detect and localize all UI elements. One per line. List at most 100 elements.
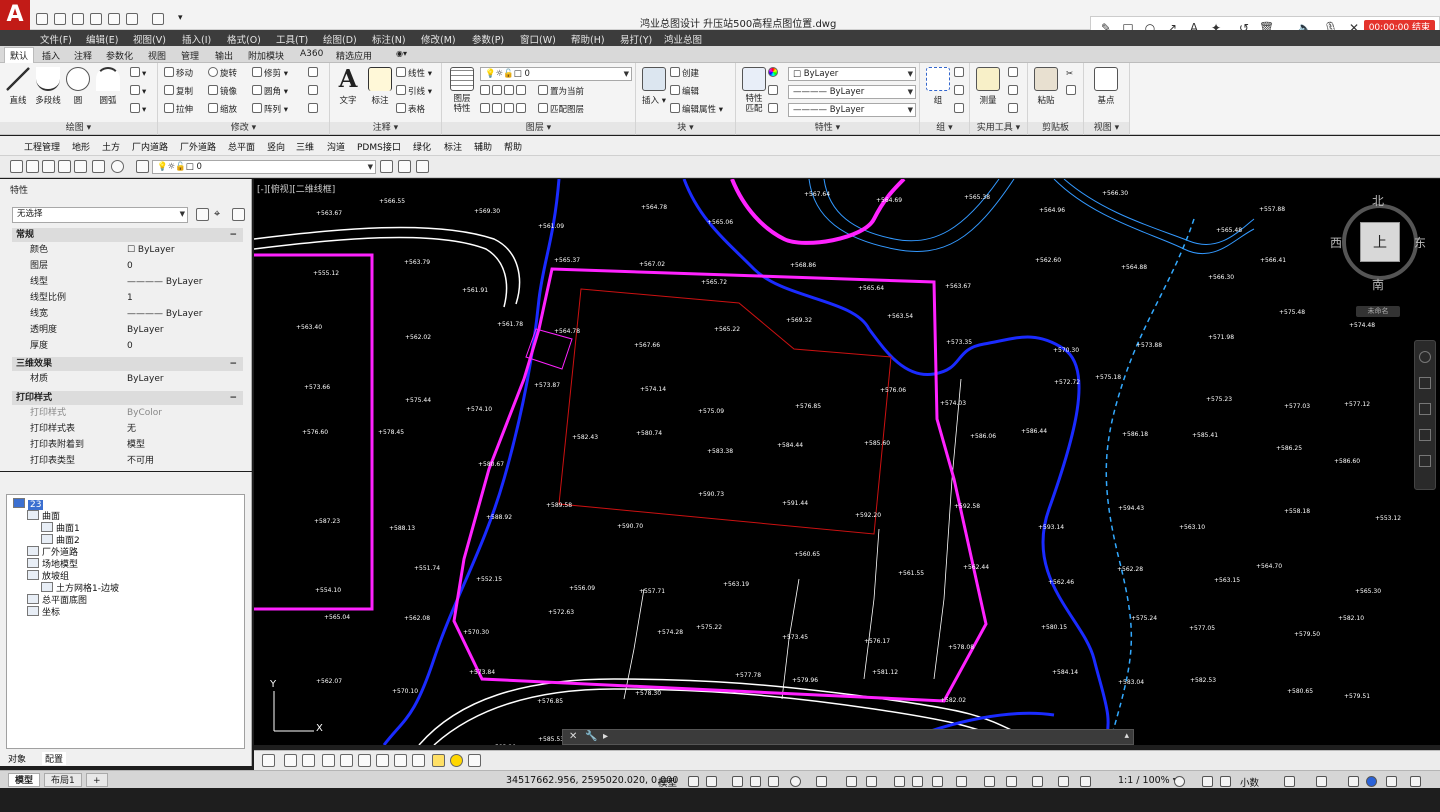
- tab-objects[interactable]: 对象: [8, 752, 26, 765]
- tree-item[interactable]: 放坡组: [27, 570, 69, 582]
- zoom-icon[interactable]: [1419, 403, 1431, 415]
- stretch-button[interactable]: 拉伸: [164, 103, 193, 117]
- redo-icon[interactable]: [152, 13, 164, 25]
- menu-edit[interactable]: 编辑(E): [86, 32, 118, 46]
- rectangle-draw-button[interactable]: ▾: [130, 67, 146, 81]
- selection-cycling-icon[interactable]: [932, 776, 943, 787]
- erase-button[interactable]: [308, 67, 320, 81]
- tb-icon-5[interactable]: [74, 160, 87, 173]
- cmenu-vertical[interactable]: 竖向: [267, 140, 285, 153]
- groups-group-label[interactable]: 组 ▾: [920, 122, 969, 134]
- polar-icon[interactable]: [790, 776, 801, 787]
- trim-button[interactable]: 修剪 ▾: [252, 67, 288, 81]
- layer-state-icon[interactable]: [416, 160, 429, 173]
- properties-group-label[interactable]: 特性 ▾: [736, 122, 919, 134]
- tab-a360[interactable]: A360: [300, 49, 323, 59]
- save-as-icon[interactable]: [90, 13, 102, 25]
- tab-model[interactable]: 模型: [8, 773, 41, 787]
- create-block-button[interactable]: 创建: [670, 67, 699, 81]
- quick-select-button[interactable]: [1008, 67, 1020, 81]
- tb-icon-3[interactable]: [42, 160, 55, 173]
- otrack-icon[interactable]: [846, 776, 857, 787]
- property-row[interactable]: 图层 0: [12, 259, 243, 274]
- 3d-osnap-icon[interactable]: [956, 776, 967, 787]
- lineweight-icon[interactable]: [768, 85, 780, 99]
- tree-item[interactable]: 厂外道路: [27, 546, 78, 558]
- lineweight-dropdown[interactable]: ———— ByLayer ▼: [788, 85, 916, 99]
- cmenu-greening[interactable]: 绿化: [413, 140, 431, 153]
- menu-format[interactable]: 格式(O): [227, 32, 261, 46]
- ungroup-button[interactable]: [954, 67, 966, 81]
- cmenu-annotation[interactable]: 标注: [444, 140, 462, 153]
- annotation-visibility-icon[interactable]: [1058, 776, 1069, 787]
- dimension-button[interactable]: 标注: [364, 67, 396, 106]
- navigation-bar[interactable]: [1414, 340, 1436, 490]
- tab-view[interactable]: 视图: [148, 49, 166, 62]
- block-group-label[interactable]: 块 ▾: [636, 122, 735, 134]
- lt-icon-8[interactable]: [394, 754, 407, 767]
- menu-help[interactable]: 帮助(H): [571, 32, 605, 46]
- lt-icon-2[interactable]: [284, 754, 297, 767]
- isodraft-icon[interactable]: [816, 776, 827, 787]
- menu-hongye[interactable]: 鸿业总图: [664, 32, 702, 46]
- steering-wheel-icon[interactable]: [1419, 351, 1431, 363]
- lineweight-toggle-icon[interactable]: [894, 776, 905, 787]
- tree-item[interactable]: 23: [13, 498, 44, 510]
- open-icon[interactable]: [54, 13, 66, 25]
- drawing-canvas[interactable]: Y X +563.67 +566.55 +569.30 +561.09 +564.78 +…: [254, 179, 1440, 745]
- layer-tools-row2[interactable]: [480, 103, 528, 117]
- mirror-button[interactable]: 镜像: [208, 85, 237, 99]
- edit-attributes-button[interactable]: 编辑属性 ▾: [670, 103, 723, 117]
- transparency-icon[interactable]: [912, 776, 923, 787]
- line-button[interactable]: 直线: [2, 67, 34, 106]
- command-line[interactable]: ✕ 🔧 ▸ ▴: [562, 729, 1134, 745]
- insert-block-button[interactable]: 插入 ▾: [638, 67, 670, 106]
- cmenu-auxiliary[interactable]: 辅助: [474, 140, 492, 153]
- section-plot-style[interactable]: 打印样式 −: [12, 391, 243, 405]
- menu-insert[interactable]: 插入(I): [182, 32, 211, 46]
- cmenu-outer-road[interactable]: 厂外道路: [180, 140, 216, 153]
- tree-item[interactable]: 曲面2: [41, 534, 80, 546]
- lt-bulb-icon[interactable]: [432, 754, 445, 767]
- tree-item[interactable]: 曲面: [27, 510, 60, 522]
- layer-props-icon[interactable]: [136, 160, 149, 173]
- command-history-icon[interactable]: ▴: [1124, 731, 1129, 741]
- property-row[interactable]: 线型比例 1: [12, 291, 243, 306]
- viewcube-top-face[interactable]: 上: [1360, 222, 1400, 262]
- leader-button[interactable]: 引线 ▾: [396, 85, 432, 99]
- quick-properties-icon[interactable]: [1284, 776, 1295, 787]
- layer-toolbar-dropdown[interactable]: 💡☼🔓□ 0 ▼: [152, 160, 376, 174]
- tab-manage[interactable]: 管理: [181, 49, 199, 62]
- infer-icon[interactable]: [732, 776, 743, 787]
- select-all-button[interactable]: [1008, 85, 1020, 99]
- selection-dropdown[interactable]: 无选择 ▼: [12, 207, 188, 223]
- annotation-scale[interactable]: 1:1 / 100% ▾: [1118, 775, 1177, 786]
- plot-icon[interactable]: [108, 13, 120, 25]
- menu-parametric[interactable]: 参数(P): [472, 32, 504, 46]
- ortho-icon[interactable]: [768, 776, 779, 787]
- property-row[interactable]: 透明度 ByLayer: [12, 323, 243, 338]
- menu-file[interactable]: 文件(F): [40, 32, 72, 46]
- save-icon[interactable]: [72, 13, 84, 25]
- linetype-icon[interactable]: [768, 103, 780, 117]
- gizmo-icon[interactable]: [1032, 776, 1043, 787]
- offset-button[interactable]: [308, 103, 320, 117]
- color-dropdown[interactable]: □ ByLayer ▼: [788, 67, 916, 81]
- view-group-label[interactable]: 视图 ▾: [1084, 122, 1129, 134]
- new-icon[interactable]: [36, 13, 48, 25]
- cmenu-pdms[interactable]: PDMS接口: [357, 140, 401, 153]
- qat-dropdown-icon[interactable]: ▾: [178, 13, 190, 25]
- wcs-menu[interactable]: 未命名: [1356, 306, 1400, 317]
- copy-button[interactable]: 复制: [164, 85, 193, 99]
- explode-button[interactable]: [308, 85, 320, 99]
- match-properties-button[interactable]: 特性 匹配: [738, 67, 770, 114]
- lt-icon-4[interactable]: [322, 754, 335, 767]
- property-row[interactable]: 打印表附着到 模型: [12, 438, 243, 453]
- wrench-icon[interactable]: 🔧: [585, 731, 597, 742]
- tb-icon-2[interactable]: [26, 160, 39, 173]
- layers-group-label[interactable]: 图层 ▾: [442, 122, 635, 134]
- compass-west[interactable]: 西: [1330, 234, 1342, 251]
- layer-properties-button[interactable]: 图层 特性: [446, 67, 478, 114]
- table-button[interactable]: 表格: [396, 103, 425, 117]
- tab-output[interactable]: 输出: [215, 49, 233, 62]
